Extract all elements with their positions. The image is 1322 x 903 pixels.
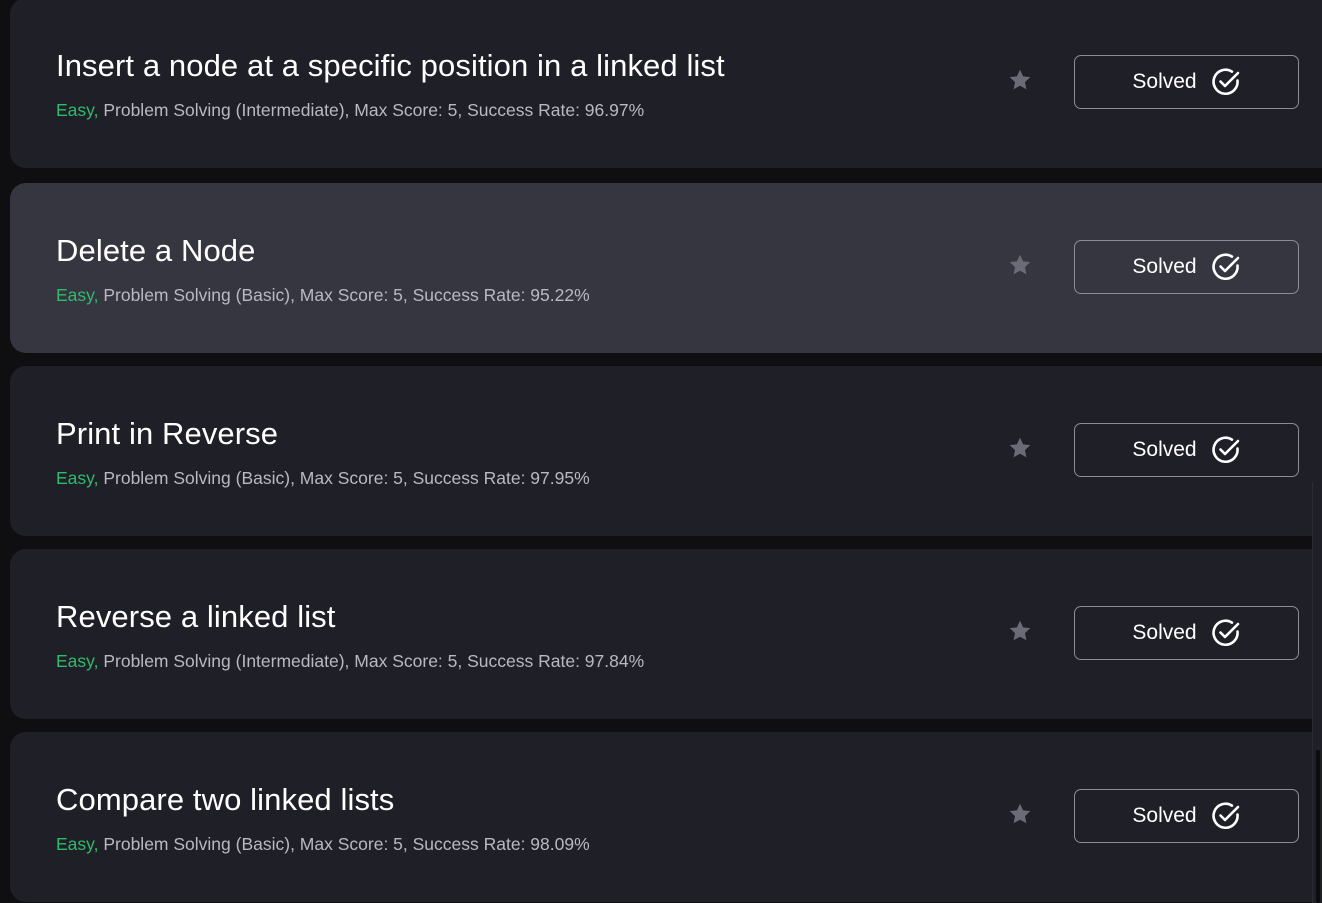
star-icon[interactable] xyxy=(1007,67,1033,93)
challenge-details: Problem Solving (Basic), Max Score: 5, S… xyxy=(103,834,590,854)
challenge-meta: Easy, Problem Solving (Intermediate), Ma… xyxy=(56,650,644,672)
solved-button[interactable]: Solved xyxy=(1074,423,1299,477)
scrollbar-thumb[interactable] xyxy=(1316,750,1320,903)
solved-label: Solved xyxy=(1132,804,1197,827)
solved-label: Solved xyxy=(1132,70,1197,93)
difficulty-label: Easy, xyxy=(56,100,99,120)
challenge-details: Problem Solving (Intermediate), Max Scor… xyxy=(103,100,645,120)
solved-label: Solved xyxy=(1132,438,1197,461)
solved-label: Solved xyxy=(1132,255,1197,278)
challenge-card[interactable]: Delete a Node Easy, Problem Solving (Bas… xyxy=(10,183,1322,353)
star-icon[interactable] xyxy=(1007,435,1033,461)
solved-label: Solved xyxy=(1132,621,1197,644)
star-icon[interactable] xyxy=(1007,801,1033,827)
challenge-meta: Easy, Problem Solving (Intermediate), Ma… xyxy=(56,99,644,121)
check-circle-icon xyxy=(1211,68,1239,96)
challenge-card[interactable]: Reverse a linked list Easy, Problem Solv… xyxy=(10,549,1322,719)
solved-button[interactable]: Solved xyxy=(1074,240,1299,294)
challenge-card[interactable]: Print in Reverse Easy, Problem Solving (… xyxy=(10,366,1322,536)
solved-button[interactable]: Solved xyxy=(1074,789,1299,843)
challenge-details: Problem Solving (Intermediate), Max Scor… xyxy=(103,651,645,671)
challenge-details: Problem Solving (Basic), Max Score: 5, S… xyxy=(103,285,590,305)
check-circle-icon xyxy=(1211,253,1239,281)
challenge-list: Insert a node at a specific position in … xyxy=(0,0,1322,903)
difficulty-label: Easy, xyxy=(56,468,99,488)
check-circle-icon xyxy=(1211,802,1239,830)
challenge-details: Problem Solving (Basic), Max Score: 5, S… xyxy=(103,468,590,488)
challenge-title[interactable]: Print in Reverse xyxy=(56,416,278,452)
solved-button[interactable]: Solved xyxy=(1074,55,1299,109)
challenge-title[interactable]: Delete a Node xyxy=(56,233,256,269)
difficulty-label: Easy, xyxy=(56,285,99,305)
solved-button[interactable]: Solved xyxy=(1074,606,1299,660)
check-circle-icon xyxy=(1211,619,1239,647)
challenge-title[interactable]: Insert a node at a specific position in … xyxy=(56,48,725,84)
challenge-title[interactable]: Compare two linked lists xyxy=(56,782,394,818)
challenge-meta: Easy, Problem Solving (Basic), Max Score… xyxy=(56,284,590,306)
challenge-meta: Easy, Problem Solving (Basic), Max Score… xyxy=(56,833,590,855)
star-icon[interactable] xyxy=(1007,618,1033,644)
challenge-title[interactable]: Reverse a linked list xyxy=(56,599,336,635)
star-icon[interactable] xyxy=(1007,252,1033,278)
difficulty-label: Easy, xyxy=(56,651,99,671)
challenge-card[interactable]: Compare two linked lists Easy, Problem S… xyxy=(10,732,1322,902)
difficulty-label: Easy, xyxy=(56,834,99,854)
check-circle-icon xyxy=(1211,436,1239,464)
challenge-card[interactable]: Insert a node at a specific position in … xyxy=(10,0,1322,168)
challenge-meta: Easy, Problem Solving (Basic), Max Score… xyxy=(56,467,590,489)
